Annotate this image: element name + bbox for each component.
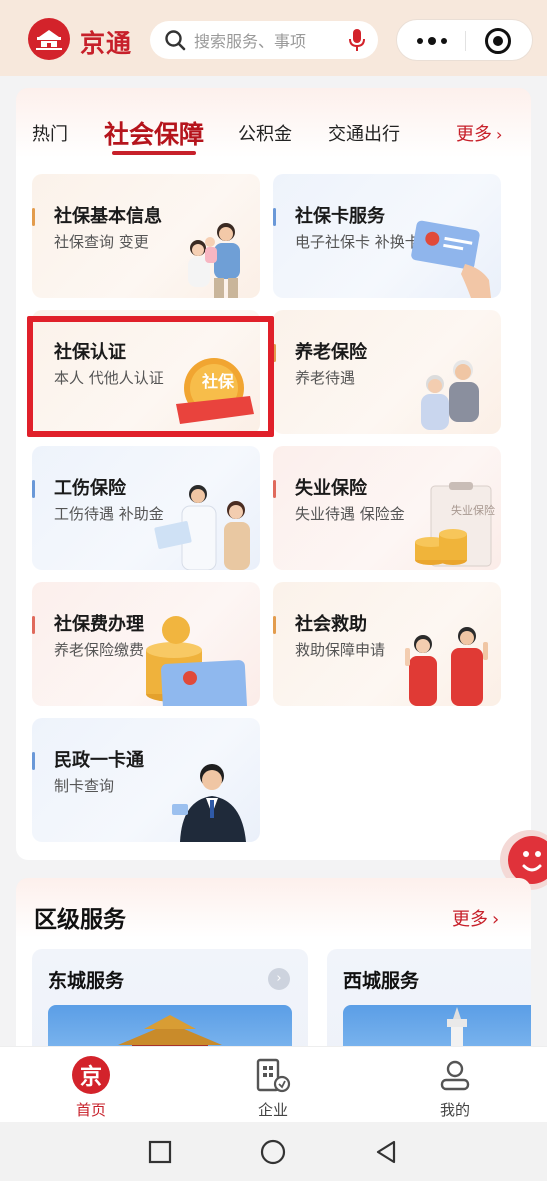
tile-subtitle: 养老待遇 xyxy=(295,369,356,387)
coins-card-illustration-icon xyxy=(146,616,247,706)
microphone-icon[interactable] xyxy=(348,28,366,52)
district-more-link[interactable]: 更多 › xyxy=(452,905,499,931)
tabs-more-label: 更多 xyxy=(456,124,492,145)
tile-title: 失业保险 xyxy=(295,478,367,499)
volunteers-illustration-icon xyxy=(405,627,488,706)
search-bar[interactable]: 搜索服务、事项 xyxy=(150,21,378,59)
highlight-frame xyxy=(27,316,274,437)
system-navigation-bar xyxy=(0,1122,547,1181)
service-tile-civil-affairs-card[interactable]: 民政一卡通 制卡查询 xyxy=(32,718,260,842)
miniprogram-capsule xyxy=(396,19,533,61)
service-tile-social-security-card[interactable]: 社保卡服务 电子社保卡 补换卡 xyxy=(273,174,501,298)
tile-title: 社保费办理 xyxy=(54,614,144,635)
tab-label: 企业 xyxy=(257,1101,288,1119)
district-card-title: 东城服务 xyxy=(48,970,125,992)
section-title: 区级服务 xyxy=(34,907,126,933)
tile-subtitle: 工伤待遇 补助金 xyxy=(54,505,164,523)
service-tile-social-security-info[interactable]: 社保基本信息 社保查询 变更 xyxy=(32,174,260,298)
search-icon xyxy=(165,30,186,51)
elderly-couple-illustration-icon xyxy=(421,360,479,430)
service-tile-social-assistance[interactable]: 社会救助 救助保障申请 xyxy=(273,582,501,706)
tabs-more-link[interactable]: 更多 › xyxy=(456,120,502,146)
tile-subtitle: 社保查询 变更 xyxy=(54,233,149,251)
service-tile-unemployment-insurance[interactable]: 失业保险 失业待遇 保险金 失业保险 xyxy=(273,446,501,570)
chevron-right-icon: › xyxy=(496,125,503,144)
tile-accent-bar xyxy=(32,616,35,634)
more-options-icon[interactable] xyxy=(411,30,453,52)
tab-label: 首页 xyxy=(75,1101,106,1119)
service-tile-social-security-fee[interactable]: 社保费办理 养老保险缴费 xyxy=(32,582,260,706)
district-more-label: 更多 xyxy=(452,909,488,930)
tile-title: 民政一卡通 xyxy=(54,750,144,771)
bottom-tab-bar: 京 首页 企业 我的 xyxy=(0,1046,547,1122)
tile-title: 社保卡服务 xyxy=(295,206,385,227)
tile-accent-bar xyxy=(32,208,35,226)
enterprise-building-icon xyxy=(253,1055,293,1095)
recent-apps-square-icon[interactable] xyxy=(146,1138,174,1166)
chevron-right-icon: › xyxy=(492,909,500,930)
chevron-right-circle-icon[interactable]: › xyxy=(268,968,290,990)
tile-accent-bar xyxy=(273,208,276,226)
tile-accent-bar xyxy=(32,480,35,498)
unemployment-document-coins-icon xyxy=(415,482,492,567)
tile-title: 养老保险 xyxy=(295,342,367,363)
close-target-icon[interactable] xyxy=(485,28,511,54)
tile-subtitle: 养老保险缴费 xyxy=(54,641,145,659)
tiananmen-logo-icon xyxy=(36,30,62,50)
home-jing-icon: 京 xyxy=(71,1055,111,1095)
tile-title: 社保基本信息 xyxy=(54,206,162,227)
top-header: 京通 搜索服务、事项 xyxy=(0,0,547,76)
tile-subtitle: 电子社保卡 补换卡 xyxy=(295,233,420,251)
service-tile-work-injury-insurance[interactable]: 工伤保险 工伤待遇 补助金 xyxy=(32,446,260,570)
tile-subtitle: 救助保障申请 xyxy=(295,641,386,659)
tab-hot[interactable]: 热门 xyxy=(32,120,68,146)
tab-housing-fund[interactable]: 公积金 xyxy=(238,120,292,146)
social-security-card-illustration-icon xyxy=(411,220,491,298)
tile-accent-bar xyxy=(32,752,35,770)
social-security-panel: 热门 社会保障 公积金 交通出行 更多 › 社保基本信息 社保查询 变更 社保卡服… xyxy=(16,88,531,860)
tab-home[interactable]: 京 首页 xyxy=(46,1055,136,1120)
tile-title: 社会救助 xyxy=(295,614,367,635)
tab-label: 我的 xyxy=(439,1101,470,1119)
tile-accent-bar xyxy=(273,480,276,498)
back-triangle-icon[interactable] xyxy=(372,1138,400,1166)
tab-transportation[interactable]: 交通出行 xyxy=(328,120,400,146)
app-name: 京通 xyxy=(80,29,133,58)
businessman-illustration-icon xyxy=(172,764,246,842)
tile-subtitle: 失业待遇 保险金 xyxy=(295,505,405,523)
category-tabs: 热门 社会保障 公积金 交通出行 更多 › xyxy=(16,88,531,168)
capsule-divider xyxy=(465,31,466,51)
doctor-patient-illustration-icon xyxy=(154,485,250,570)
tab-social-security[interactable]: 社会保障 xyxy=(104,115,204,151)
tile-subtitle: 制卡查询 xyxy=(54,777,115,795)
document-label: 失业保险 xyxy=(451,504,495,517)
district-card-title: 西城服务 xyxy=(343,970,420,992)
tile-title: 工伤保险 xyxy=(54,478,126,499)
home-circle-icon[interactable] xyxy=(259,1138,287,1166)
family-illustration-icon xyxy=(188,223,240,298)
tab-enterprise[interactable]: 企业 xyxy=(228,1055,318,1120)
search-placeholder: 搜索服务、事项 xyxy=(194,32,307,51)
tab-mine[interactable]: 我的 xyxy=(410,1055,500,1120)
jingtong-logo xyxy=(28,18,70,60)
service-tile-pension-insurance[interactable]: 养老保险 养老待遇 xyxy=(273,310,501,434)
tile-accent-bar xyxy=(273,616,276,634)
active-tab-underline xyxy=(112,151,196,155)
user-profile-icon xyxy=(435,1055,475,1095)
